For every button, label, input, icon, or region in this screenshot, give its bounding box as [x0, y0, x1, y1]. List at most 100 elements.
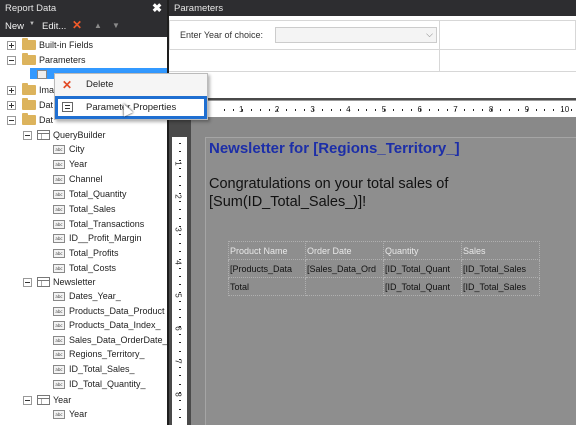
table-header-cell[interactable]: Product Name	[228, 241, 306, 260]
ruler-tick	[179, 259, 181, 261]
tree-item-field[interactable]: abc Year	[0, 407, 167, 421]
ruler-tick	[179, 400, 181, 402]
tree-item-dataset-querybuilder[interactable]: QueryBuilder	[0, 128, 167, 142]
collapse-icon[interactable]	[23, 131, 32, 140]
year-dropdown[interactable]: ⌵	[275, 27, 437, 43]
ruler-tick	[384, 109, 386, 111]
field-icon: abc	[53, 379, 65, 389]
tree-item-field[interactable]: abc ID_Total_Sales_	[0, 362, 167, 376]
tree-item-built-in-fields[interactable]: Built-in Fields	[0, 38, 167, 52]
parameter-empty-cell[interactable]	[440, 20, 576, 50]
tree-item-field[interactable]: abc ID__Profit_Margin	[0, 231, 167, 245]
tree-item-dataset-newsletter[interactable]: Newsletter	[0, 275, 167, 289]
delete-icon[interactable]: ✕	[72, 18, 82, 32]
report-title[interactable]: Newsletter for [Regions_Territory_]	[209, 140, 460, 157]
table-cell[interactable]: [ID_Total_Sales	[461, 277, 540, 296]
expand-icon[interactable]	[7, 41, 16, 50]
ruler-tick	[179, 209, 181, 211]
panel-header: Report Data ✖	[0, 0, 167, 16]
ruler-tick	[179, 300, 181, 302]
collapse-icon[interactable]	[23, 396, 32, 405]
report-table[interactable]: Product Name Order Date Quantity Sales […	[228, 241, 540, 296]
ruler-number: 3	[173, 227, 183, 232]
table-cell[interactable]	[305, 277, 384, 296]
tree-item-field[interactable]: abc Total_Sales	[0, 202, 167, 216]
parameter-cell[interactable]: Enter Year of choice: ⌵	[169, 20, 440, 50]
tree-item-field[interactable]: abc Regions_Territory_	[0, 347, 167, 361]
move-up-icon[interactable]: ▲	[94, 21, 102, 30]
expand-icon[interactable]	[7, 101, 16, 110]
tree-item-field[interactable]: abc Products_Data_Index_	[0, 318, 167, 332]
collapse-icon[interactable]	[23, 278, 32, 287]
tree-item-field[interactable]: abc Total_Quantity	[0, 187, 167, 201]
field-icon: abc	[53, 174, 65, 184]
ruler-tick	[232, 109, 234, 111]
report-data-panel: Report Data ✖ New ▼ Edit... ✕ ▲ ▼ Built-…	[0, 0, 167, 425]
new-button[interactable]: New	[5, 21, 24, 32]
collapse-icon[interactable]	[7, 56, 16, 65]
toolbar: New ▼ Edit... ✕ ▲ ▼	[0, 16, 167, 37]
folder-icon	[22, 53, 36, 65]
tree-item-field[interactable]: abc Total_Profits	[0, 246, 167, 260]
report-body[interactable]: Newsletter for [Regions_Territory_] Cong…	[205, 137, 576, 425]
move-down-icon[interactable]: ▼	[112, 21, 120, 30]
table-header-cell[interactable]: Sales	[461, 241, 540, 260]
report-text-line-1[interactable]: Congratulations on your total sales of	[209, 176, 448, 192]
ruler-tick	[410, 109, 412, 111]
tree-item-field[interactable]: abc Channel	[0, 172, 167, 186]
ruler-tick	[375, 109, 377, 111]
new-dropdown-icon[interactable]: ▼	[29, 21, 35, 27]
ruler-tick	[526, 109, 528, 111]
table-header-row: Product Name Order Date Quantity Sales	[228, 241, 540, 260]
ruler-tick	[321, 109, 323, 111]
context-menu-delete[interactable]: ✕ Delete	[55, 76, 207, 94]
ruler-tick	[179, 350, 181, 352]
ruler-number: 6	[173, 326, 183, 331]
table-cell[interactable]: [ID_Total_Quant	[383, 277, 462, 296]
ruler-tick	[419, 109, 421, 111]
tree-item-field[interactable]: abc Dates_Year_	[0, 289, 167, 303]
tree-item-field[interactable]: abc Total_Costs	[0, 261, 167, 275]
ruler-tick	[179, 317, 181, 319]
collapse-icon[interactable]	[7, 116, 16, 125]
parameters-panel-title: Parameters	[174, 3, 224, 14]
table-header-cell[interactable]: Order Date	[305, 241, 384, 260]
ruler-tick	[366, 109, 368, 111]
parameter-empty-cell[interactable]	[169, 50, 440, 72]
field-icon: abc	[53, 321, 65, 331]
tree-item-field[interactable]: abc City	[0, 142, 167, 156]
ruler-tick	[482, 109, 484, 111]
expand-icon[interactable]	[7, 86, 16, 95]
ruler-tick	[508, 109, 510, 111]
tree-item-field[interactable]: abc Year	[0, 157, 167, 171]
table-cell[interactable]: [ID_Total_Sales	[461, 259, 540, 278]
vertical-ruler: 123456789	[172, 137, 187, 425]
table-cell[interactable]: [Products_Data	[228, 259, 306, 278]
ruler-tick	[241, 109, 243, 111]
field-icon: abc	[53, 234, 65, 244]
field-icon: abc	[53, 159, 65, 169]
ruler-tick	[339, 109, 341, 111]
table-cell[interactable]: [ID_Total_Quant	[383, 259, 462, 278]
ruler-tick	[224, 109, 225, 111]
tree-item-field[interactable]: abc Sales_Data_OrderDate_	[0, 333, 167, 347]
tree-item-dataset-year[interactable]: Year	[0, 393, 167, 407]
field-icon: abc	[53, 249, 65, 259]
ruler-tick	[517, 109, 519, 111]
ruler-tick	[544, 109, 546, 111]
tree-item-parameters[interactable]: Parameters	[0, 53, 167, 67]
ruler-tick	[473, 109, 475, 111]
ruler-tick	[286, 109, 288, 111]
ruler-tick	[491, 109, 492, 111]
tree-item-field[interactable]: abc Products_Data_Product	[0, 304, 167, 318]
report-text-line-2[interactable]: [Sum(ID_Total_Sales_)]!	[209, 194, 366, 210]
table-cell[interactable]: Total	[228, 277, 306, 296]
edit-button[interactable]: Edit...	[42, 21, 66, 32]
close-icon[interactable]: ✖	[152, 1, 162, 15]
table-header-cell[interactable]: Quantity	[383, 241, 462, 260]
table-cell[interactable]: [Sales_Data_Ord	[305, 259, 384, 278]
field-icon: abc	[53, 365, 65, 374]
tree-item-field[interactable]: abc ID_Total_Quantity_	[0, 377, 167, 391]
tree-item-field[interactable]: abc Total_Transactions	[0, 217, 167, 231]
ruler-tick	[179, 358, 181, 360]
